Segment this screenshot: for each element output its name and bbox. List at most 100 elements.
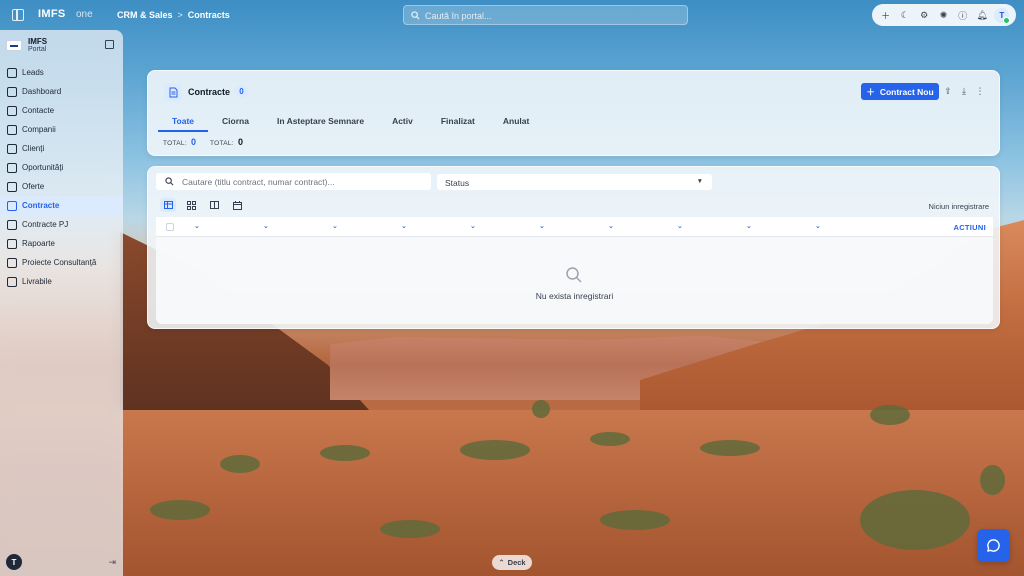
top-bar: IMFS one CRM & Sales > Contracts ＋ ☾ ⚙ ✺… (0, 0, 1024, 30)
sidebar-item-leads[interactable]: Leads (0, 63, 123, 82)
total-stat: TOTAL: 0 (210, 137, 243, 147)
shrub (700, 440, 760, 456)
tab-activ[interactable]: Activ (378, 112, 427, 132)
tab-ciorna[interactable]: Ciorna (208, 112, 263, 132)
columns-view-icon[interactable] (206, 198, 222, 212)
sidebar-item-contacte[interactable]: Contacte (0, 101, 123, 120)
column-sort-icon[interactable]: ⌄ (608, 222, 614, 230)
sidebar-item-label: Contracte PJ (22, 220, 69, 229)
shrub (600, 510, 670, 530)
dashboard-icon (7, 86, 17, 97)
sidebar-nav: Leads Dashboard Contacte Companii Clienț… (0, 63, 123, 291)
bell-icon[interactable]: 🔔︎ (975, 8, 989, 22)
palette-icon[interactable]: ✺ (936, 8, 950, 22)
contracts-header-card: Contracte 0 ＋ Contract Nou ⇪ ⤓ ⋮ Toate C… (147, 70, 1000, 156)
search-icon (165, 177, 174, 186)
chat-button[interactable] (977, 529, 1010, 562)
column-sort-icon[interactable]: ⌄ (746, 222, 752, 230)
column-sort-icon[interactable]: ⌄ (263, 222, 269, 230)
shrub (320, 445, 370, 461)
more-options-icon[interactable]: ⋮ (974, 85, 986, 97)
sidebar-item-dashboard[interactable]: Dashboard (0, 82, 123, 101)
column-sort-icon[interactable]: ⌄ (194, 222, 200, 230)
top-toolbar: ＋ ☾ ⚙ ✺ ⓘ 🔔︎ T (872, 4, 1016, 26)
tab-toate[interactable]: Toate (158, 112, 209, 132)
chart-icon (7, 238, 17, 249)
column-sort-icon[interactable]: ⌄ (401, 222, 407, 230)
search-icon (566, 267, 582, 283)
column-sort-icon[interactable]: ⌄ (332, 222, 338, 230)
portal-search[interactable] (403, 5, 688, 25)
contract-search[interactable] (156, 173, 431, 190)
view-mode-switcher (160, 198, 245, 212)
sidebar-item-contracte[interactable]: Contracte (0, 196, 123, 215)
logout-icon[interactable]: ⇥ (108, 557, 116, 568)
building-icon (7, 124, 17, 135)
column-sort-icon[interactable]: ⌄ (815, 222, 821, 230)
collapse-icon[interactable] (105, 40, 114, 49)
sidebar-item-label: Livrabile (22, 277, 52, 286)
select-all-checkbox[interactable] (166, 223, 174, 231)
records-count: Niciun inregistrare (928, 202, 989, 211)
status-select[interactable]: Status ▼ (437, 174, 712, 190)
contract-search-input[interactable] (182, 175, 422, 188)
table-body: Nu exista inregistrari (156, 237, 993, 324)
sidebar-avatar[interactable]: T (6, 554, 22, 570)
moon-icon[interactable]: ☾ (898, 8, 912, 22)
tab-in-asteptare-semnare[interactable]: In Asteptare Semnare (263, 112, 378, 132)
contracts-table-card: Status ▼ Niciun inregistrare ⌄ ⌄ ⌄ ⌄ ⌄ ⌄… (147, 166, 1000, 329)
sidebar-title: IMFS (28, 37, 48, 46)
breadcrumb-section[interactable]: CRM & Sales (117, 10, 173, 20)
contract-pj-icon (7, 219, 17, 230)
brand-suffix: one (76, 9, 93, 20)
sidebar-item-label: Oportunități (22, 163, 64, 172)
totals-row: TOTAL: 0 TOTAL: 0 (163, 137, 243, 147)
portal-search-input[interactable] (425, 8, 675, 23)
gear-icon[interactable]: ⚙ (917, 8, 931, 22)
mesa-mid (330, 335, 770, 400)
deliverable-icon (7, 276, 17, 287)
brand-name: IMFS (38, 8, 66, 20)
sidebar-subtitle: Portal (28, 46, 47, 53)
chevron-down-icon: ▼ (696, 178, 703, 185)
users-icon (7, 143, 17, 154)
grid-view-icon[interactable] (183, 198, 199, 212)
sidebar-item-oferte[interactable]: Oferte (0, 177, 123, 196)
calendar-view-icon[interactable] (229, 198, 245, 212)
download-icon[interactable]: ⤓ (958, 85, 970, 97)
user-avatar[interactable]: T (994, 7, 1011, 24)
chat-icon (987, 539, 1000, 552)
sidebar-toggle-icon[interactable] (12, 9, 24, 21)
chevron-up-icon: ⌃ (498, 558, 505, 567)
table-view-icon[interactable] (160, 198, 176, 212)
shrub (380, 520, 440, 538)
sidebar-item-companii[interactable]: Companii (0, 120, 123, 139)
tab-finalizat[interactable]: Finalizat (427, 112, 489, 132)
column-sort-icon[interactable]: ⌄ (539, 222, 545, 230)
new-contract-button[interactable]: ＋ Contract Nou (861, 83, 939, 100)
tab-anulat[interactable]: Anulat (489, 112, 543, 132)
deck-toggle-button[interactable]: ⌃ Deck (492, 555, 532, 570)
leads-icon (7, 67, 17, 78)
sidebar-item-label: Oferte (22, 182, 45, 191)
breadcrumb: CRM & Sales > Contracts (117, 10, 230, 20)
total-stat: TOTAL: 0 (163, 137, 196, 147)
sidebar-item-clienti[interactable]: Clienți (0, 139, 123, 158)
sidebar-item-proiecte[interactable]: Proiecte Consultanță (0, 253, 123, 272)
column-sort-icon[interactable]: ⌄ (470, 222, 476, 230)
total-label: TOTAL: (209, 140, 234, 147)
sidebar-item-contracte-pj[interactable]: Contracte PJ (0, 215, 123, 234)
plus-icon[interactable]: ＋ (879, 8, 893, 22)
page-title: Contracte (188, 87, 231, 97)
column-sort-icon[interactable]: ⌄ (677, 222, 683, 230)
sidebar-item-rapoarte[interactable]: Rapoarte (0, 234, 123, 253)
search-icon (411, 11, 420, 20)
sidebar-footer: T ⇥ (6, 554, 116, 570)
sidebar-item-oportunitati[interactable]: Oportunități (0, 158, 123, 177)
status-select-value: Status (445, 178, 470, 188)
upload-icon[interactable]: ⇪ (942, 85, 954, 97)
sidebar-item-livrabile[interactable]: Livrabile (0, 272, 123, 291)
help-icon[interactable]: ⓘ (956, 8, 970, 22)
sidebar-item-label: Rapoarte (22, 239, 55, 248)
contacts-icon (7, 105, 17, 116)
